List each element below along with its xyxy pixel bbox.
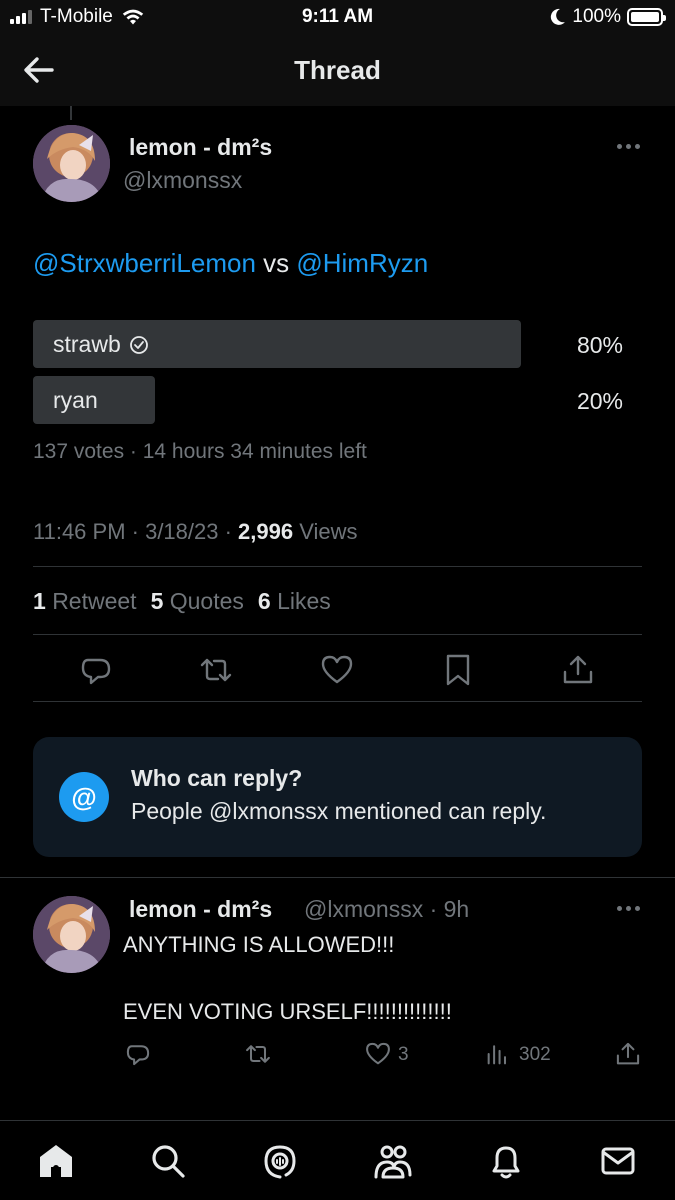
check-circle-icon: [129, 335, 148, 354]
timestamp-text: 11:46 PM · 3/18/23 ·: [33, 519, 239, 544]
moon-icon: [551, 8, 566, 25]
search-icon[interactable]: [148, 1141, 188, 1181]
page-title: Thread: [294, 55, 381, 85]
status-right: 100%: [550, 6, 666, 28]
views-count: 2,996: [238, 519, 294, 544]
retweet-icon[interactable]: [244, 1040, 272, 1068]
more-icon[interactable]: [617, 906, 640, 911]
quotes-stat[interactable]: 5 Quotes: [151, 588, 244, 615]
at-icon: @: [59, 772, 109, 822]
reply-text-line: EVEN VOTING URSELF!!!!!!!!!!!!!!: [123, 999, 452, 1024]
reply-author-name[interactable]: lemon - dm²s: [129, 896, 272, 923]
bottom-tab-bar: [0, 1120, 675, 1200]
poll-option-label-wrap: ryan: [53, 387, 98, 414]
reply-author-handle[interactable]: @lxmonssx · 9h: [304, 896, 469, 923]
battery-icon: [627, 8, 666, 26]
avatar[interactable]: [33, 125, 110, 202]
reply-icon[interactable]: [78, 652, 114, 688]
author-name[interactable]: lemon - dm²s: [129, 134, 272, 161]
poll-option-bar: ryan: [33, 376, 155, 424]
poll-option-label: strawb: [53, 331, 121, 357]
notifications-icon[interactable]: [486, 1141, 526, 1181]
poll-option-bar: strawb: [33, 320, 521, 368]
home-icon[interactable]: [36, 1141, 76, 1181]
views-icon[interactable]: [484, 1040, 512, 1068]
messages-icon[interactable]: [598, 1141, 638, 1181]
like-icon[interactable]: [319, 652, 355, 688]
poll-option-percent: 20%: [576, 388, 623, 414]
who-can-reply-card: @ Who can reply? People @lxmonssx mentio…: [33, 737, 642, 857]
bookmark-icon[interactable]: [440, 652, 476, 688]
thread-header: Thread: [0, 36, 675, 106]
tweet-text-vs: vs: [255, 248, 297, 278]
reply-text-line: ANYTHING IS ALLOWED!!!: [123, 932, 395, 957]
likes-count: 6: [257, 588, 271, 614]
poll-option-percent: 80%: [576, 332, 623, 358]
tweet-text: @StrxwberriLemon vs @HimRyzn: [33, 248, 428, 279]
tweet-timestamp: 11:46 PM · 3/18/23 · 2,996 Views: [33, 519, 358, 545]
divider: [0, 877, 675, 878]
like-count: 3: [398, 1044, 409, 1065]
divider: [33, 701, 642, 702]
quotes-count: 5: [150, 588, 164, 614]
poll-option-label: ryan: [53, 387, 98, 413]
tweet-stats: 1 Retweet 5 Quotes 6 Likes: [33, 588, 331, 615]
views-label: Views: [293, 519, 358, 544]
more-icon[interactable]: [617, 144, 640, 149]
mention-link[interactable]: @StrxwberriLemon: [33, 248, 256, 278]
communities-icon[interactable]: [373, 1141, 413, 1181]
retweet-icon[interactable]: [198, 652, 234, 688]
divider: [33, 634, 642, 635]
poll-meta: 137 votes · 14 hours 34 minutes left: [33, 440, 367, 463]
retweets-label: Retweet: [52, 588, 137, 614]
status-bar: T-Mobile 9:11 AM 100%: [0, 0, 675, 36]
likes-label: Likes: [277, 588, 331, 614]
divider: [33, 566, 642, 567]
retweets-stat[interactable]: 1 Retweet: [33, 588, 137, 615]
like-icon[interactable]: [364, 1040, 392, 1068]
author-handle[interactable]: @lxmonssx: [123, 167, 242, 194]
retweets-count: 1: [33, 588, 46, 614]
avatar-image: [33, 896, 110, 973]
views-count: 302: [519, 1044, 551, 1065]
share-icon[interactable]: [614, 1040, 642, 1068]
spaces-icon[interactable]: [260, 1141, 300, 1181]
reply-icon[interactable]: [124, 1040, 152, 1068]
share-icon[interactable]: [560, 652, 596, 688]
likes-stat[interactable]: 6 Likes: [258, 588, 331, 615]
battery-percent: 100%: [572, 6, 621, 27]
avatar[interactable]: [33, 896, 110, 973]
mention-link[interactable]: @HimRyzn: [296, 248, 428, 278]
poll-option-label-wrap: strawb: [53, 331, 149, 358]
who-can-reply-title: Who can reply?: [131, 765, 303, 791]
who-can-reply-body: People @lxmonssx mentioned can reply.: [131, 798, 547, 824]
quotes-label: Quotes: [169, 588, 244, 614]
avatar-image: [33, 125, 110, 202]
thread-connector: [70, 106, 72, 120]
